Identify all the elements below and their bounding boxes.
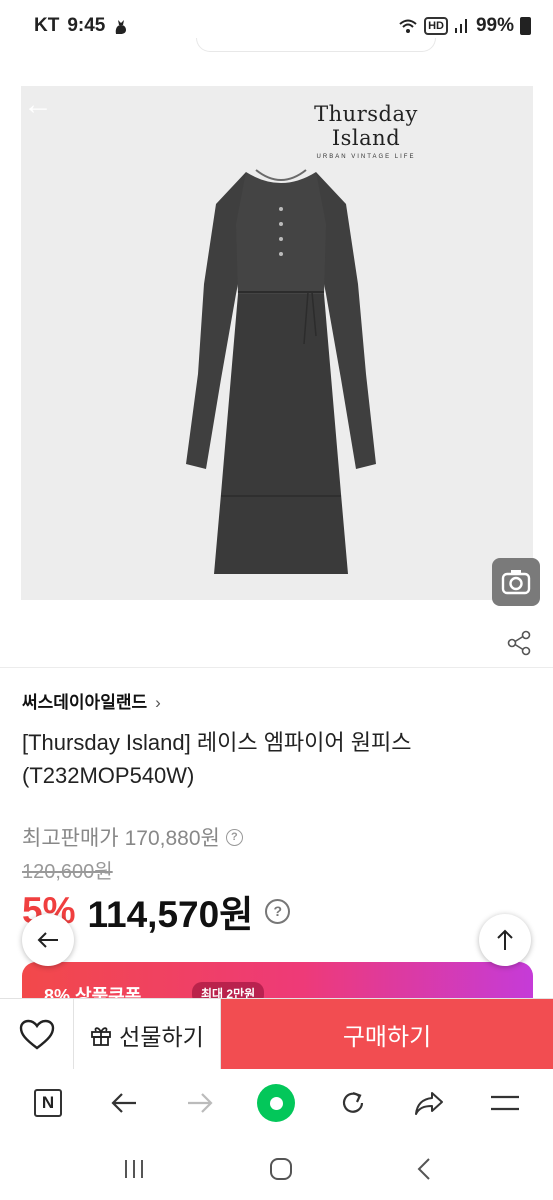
forward-button[interactable]: [178, 1081, 222, 1125]
home-icon[interactable]: [269, 1157, 293, 1181]
gift-button[interactable]: 선물하기: [74, 999, 221, 1070]
clock: 9:45: [67, 15, 106, 36]
heart-icon: [19, 1019, 54, 1050]
brand-link[interactable]: 써스데이아일랜드 ›: [22, 688, 161, 713]
signal-icon: [454, 19, 467, 33]
brand-name[interactable]: 써스데이아일랜드: [22, 693, 147, 712]
forward-icon: [188, 1093, 213, 1113]
back-button[interactable]: [102, 1081, 146, 1125]
battery-icon: [520, 17, 531, 35]
menu-icon: [490, 1095, 519, 1111]
status-right: HD 99%: [398, 15, 531, 37]
gift-label: 선물하기: [119, 1023, 204, 1050]
price-info-icon[interactable]: ?: [265, 898, 291, 924]
dress-image: [186, 169, 376, 574]
address-bar-edge: [196, 38, 436, 52]
chevron-right-icon: ›: [155, 693, 161, 712]
share-arrow-icon: [414, 1092, 443, 1115]
float-back-button[interactable]: [22, 914, 74, 966]
naver-home-icon: N: [34, 1089, 63, 1117]
wifi-icon: [399, 19, 417, 33]
product-title: [Thursday Island] 레이스 엠파이어 원피스(T232MOP54…: [22, 730, 412, 788]
green-dot-icon: [257, 1084, 296, 1122]
green-dot-button[interactable]: [254, 1081, 298, 1125]
brand-logo: Thursday Island URBAN VINTAGE LIFE: [281, 102, 451, 160]
max-price-value: 170,880원: [124, 827, 220, 850]
arrow-up-icon: [497, 929, 513, 950]
max-price-label: 최고판매가: [22, 827, 119, 850]
browser-toolbar: N: [0, 1069, 553, 1137]
gift-icon: [91, 1026, 112, 1046]
arrow-left-icon: [37, 932, 58, 948]
refresh-button[interactable]: [331, 1081, 375, 1125]
cat-icon: [116, 20, 127, 34]
hd-icon: HD: [424, 17, 448, 35]
back-icon: [111, 1093, 137, 1113]
menu-button[interactable]: [483, 1081, 527, 1125]
status-left: KT 9:45: [34, 15, 129, 37]
lens-search-icon[interactable]: [492, 558, 540, 606]
refresh-icon: [342, 1091, 363, 1113]
product-image[interactable]: ← Thursday Island URBAN VINTAGE LIFE: [21, 86, 533, 600]
original-price: 120,600원: [22, 861, 113, 883]
max-price-row: 최고판매가 170,880원 ?: [22, 822, 243, 852]
brand-logo-name: Thursday Island: [314, 102, 418, 150]
wishlist-button[interactable]: [0, 999, 74, 1070]
share-arrow-button[interactable]: [407, 1081, 451, 1125]
battery-percent: 99%: [475, 15, 514, 36]
system-back-icon[interactable]: [416, 1157, 432, 1181]
info-icon[interactable]: ?: [225, 828, 243, 846]
carrier-label: KT: [34, 15, 60, 36]
buy-button[interactable]: 구매하기: [221, 999, 553, 1070]
recent-apps-icon[interactable]: [122, 1158, 146, 1180]
brand-logo-tagline: URBAN VINTAGE LIFE: [316, 154, 416, 160]
naver-home-button[interactable]: N: [26, 1081, 70, 1125]
back-arrow-icon[interactable]: ←: [23, 88, 53, 122]
share-icon[interactable]: [506, 630, 532, 656]
section-divider: [0, 667, 553, 668]
system-nav-bar: [0, 1137, 553, 1200]
sale-price: 114,570원: [87, 894, 254, 935]
scroll-top-button[interactable]: [479, 914, 531, 966]
purchase-action-bar: 선물하기 구매하기: [0, 998, 553, 1070]
